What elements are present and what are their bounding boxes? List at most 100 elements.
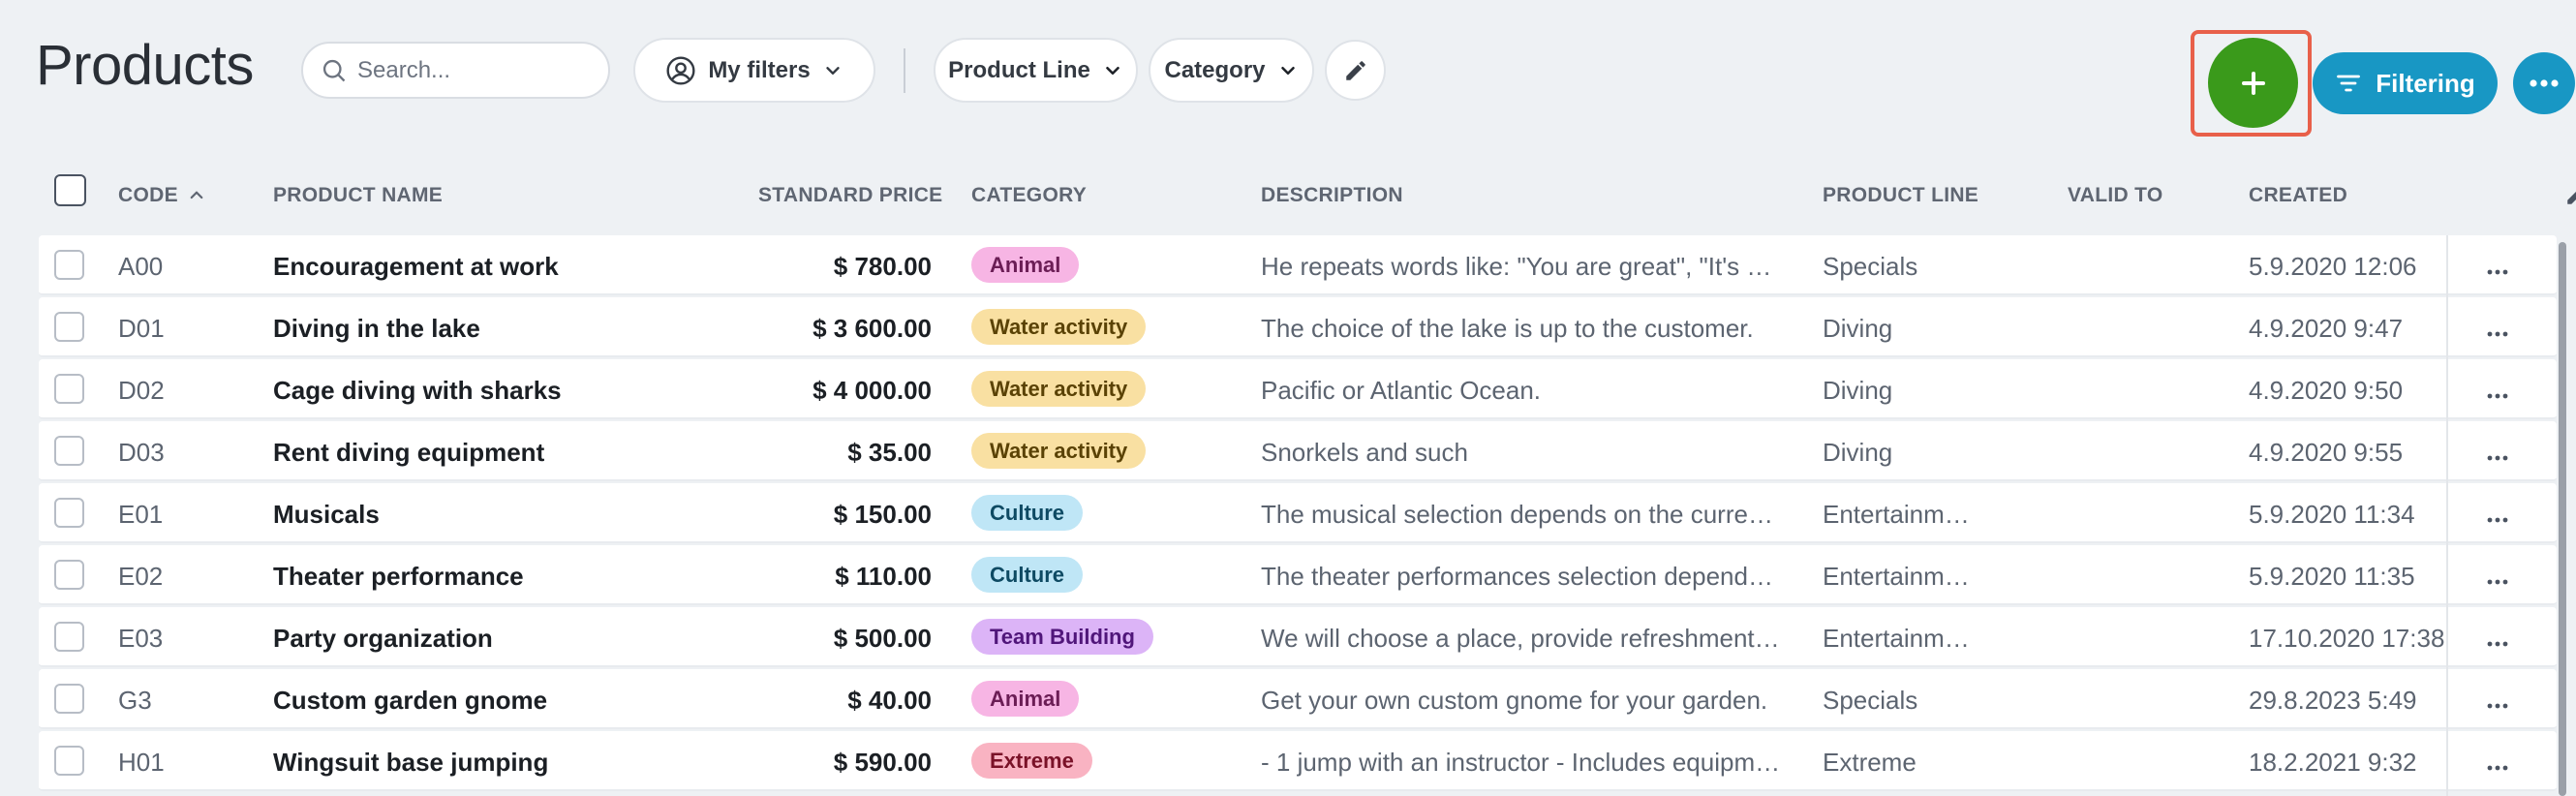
row-actions-button[interactable] bbox=[2487, 262, 2508, 280]
filtering-button[interactable]: Filtering bbox=[2313, 52, 2498, 114]
cell-product-line: Specials bbox=[1823, 686, 1918, 715]
category-badge: Team Building bbox=[971, 619, 1153, 655]
add-product-button[interactable] bbox=[2208, 38, 2298, 128]
cell-created: 4.9.2020 9:50 bbox=[2249, 376, 2404, 405]
more-actions-button[interactable] bbox=[2513, 52, 2575, 114]
chevron-down-icon bbox=[1106, 66, 1119, 75]
edit-columns-button[interactable] bbox=[2564, 182, 2576, 212]
column-header-valid-to[interactable]: VALID TO bbox=[2068, 184, 2162, 207]
row-actions-separator bbox=[2446, 235, 2448, 796]
header-divider bbox=[904, 48, 905, 93]
table-row[interactable]: E01 Musicals $ 150.00 Culture The musica… bbox=[39, 483, 2557, 543]
column-header-product-name[interactable]: PRODUCT NAME bbox=[273, 184, 443, 207]
row-checkbox[interactable] bbox=[54, 312, 84, 342]
more-horizontal-icon bbox=[2487, 393, 2508, 399]
table-row[interactable]: D03 Rent diving equipment $ 35.00 Water … bbox=[39, 421, 2557, 481]
cell-description: Snorkels and such bbox=[1261, 438, 1468, 467]
table-row[interactable]: H01 Wingsuit base jumping $ 590.00 Extre… bbox=[39, 731, 2557, 791]
row-checkbox[interactable] bbox=[54, 684, 84, 714]
row-actions-button[interactable] bbox=[2487, 510, 2508, 528]
table-header: CODE PRODUCT NAME STANDARD PRICE CATEGOR… bbox=[39, 165, 2576, 221]
cell-product-line: Diving bbox=[1823, 314, 1893, 343]
row-actions-button[interactable] bbox=[2487, 324, 2508, 342]
cell-standard-price: $ 35.00 bbox=[847, 438, 932, 467]
cell-product-line: Diving bbox=[1823, 438, 1893, 467]
category-badge: Animal bbox=[971, 247, 1080, 283]
cell-code: D02 bbox=[118, 376, 165, 405]
cell-category: Water activity bbox=[971, 433, 1147, 469]
category-badge: Water activity bbox=[971, 433, 1147, 469]
cell-standard-price: $ 150.00 bbox=[833, 500, 932, 529]
more-horizontal-icon bbox=[2530, 79, 2559, 87]
table-row[interactable]: E03 Party organization $ 500.00 Team Bui… bbox=[39, 607, 2557, 667]
edit-filters-button[interactable] bbox=[1325, 40, 1386, 101]
select-all-checkbox[interactable] bbox=[54, 174, 86, 206]
search-icon bbox=[322, 59, 346, 81]
row-actions-button[interactable] bbox=[2487, 634, 2508, 652]
row-actions-button[interactable] bbox=[2487, 448, 2508, 466]
row-checkbox[interactable] bbox=[54, 560, 84, 590]
cell-product-line: Specials bbox=[1823, 252, 1918, 281]
my-filters-button[interactable]: My filters bbox=[633, 38, 875, 103]
cell-product-name[interactable]: Rent diving equipment bbox=[273, 438, 728, 468]
row-checkbox[interactable] bbox=[54, 250, 84, 280]
cell-product-name[interactable]: Cage diving with sharks bbox=[273, 376, 728, 406]
column-header-description[interactable]: DESCRIPTION bbox=[1261, 184, 1403, 207]
category-badge: Animal bbox=[971, 681, 1080, 717]
column-header-category[interactable]: CATEGORY bbox=[971, 184, 1087, 207]
cell-product-name[interactable]: Wingsuit base jumping bbox=[273, 748, 728, 778]
category-badge: Water activity bbox=[971, 371, 1147, 407]
table-row[interactable]: G3 Custom garden gnome $ 40.00 Animal Ge… bbox=[39, 669, 2557, 729]
cell-product-name[interactable]: Diving in the lake bbox=[273, 314, 728, 344]
row-actions-button[interactable] bbox=[2487, 572, 2508, 590]
more-horizontal-icon bbox=[2487, 517, 2508, 523]
cell-product-name[interactable]: Theater performance bbox=[273, 562, 728, 592]
cell-product-name[interactable]: Custom garden gnome bbox=[273, 686, 728, 716]
cell-created: 29.8.2023 5:49 bbox=[2249, 686, 2417, 715]
cell-standard-price: $ 110.00 bbox=[835, 562, 932, 591]
column-header-created[interactable]: CREATED bbox=[2249, 184, 2347, 207]
cell-product-name[interactable]: Encouragement at work bbox=[273, 252, 728, 282]
category-filter[interactable]: Category bbox=[1149, 38, 1314, 103]
row-checkbox[interactable] bbox=[54, 622, 84, 652]
row-checkbox[interactable] bbox=[54, 374, 84, 404]
cell-description: - 1 jump with an instructor - Includes e… bbox=[1261, 748, 1781, 777]
cell-code: D01 bbox=[118, 314, 165, 343]
cell-product-line: Entertainme… bbox=[1823, 500, 1978, 529]
column-header-product-line[interactable]: PRODUCT LINE bbox=[1823, 184, 1978, 207]
cell-standard-price: $ 780.00 bbox=[833, 252, 932, 281]
more-horizontal-icon bbox=[2487, 331, 2508, 337]
cell-category: Team Building bbox=[971, 619, 1153, 655]
cell-code: E02 bbox=[118, 562, 164, 591]
row-actions-button[interactable] bbox=[2487, 696, 2508, 714]
search-input[interactable] bbox=[357, 56, 599, 84]
row-checkbox[interactable] bbox=[54, 498, 84, 528]
cell-product-name[interactable]: Musicals bbox=[273, 500, 728, 530]
row-checkbox[interactable] bbox=[54, 746, 84, 776]
pencil-icon bbox=[1345, 60, 1365, 80]
cell-product-name[interactable]: Party organization bbox=[273, 624, 728, 654]
category-badge: Culture bbox=[971, 495, 1083, 531]
table-row[interactable]: D01 Diving in the lake $ 3 600.00 Water … bbox=[39, 297, 2557, 357]
cell-created: 4.9.2020 9:55 bbox=[2249, 438, 2404, 467]
column-header-code[interactable]: CODE bbox=[118, 184, 205, 207]
table-scrollbar[interactable] bbox=[2559, 242, 2566, 796]
product-line-filter[interactable]: Product Line bbox=[934, 38, 1138, 103]
cell-code: G3 bbox=[118, 686, 152, 715]
table-row[interactable]: D02 Cage diving with sharks $ 4 000.00 W… bbox=[39, 359, 2557, 419]
table-row[interactable]: E02 Theater performance $ 110.00 Culture… bbox=[39, 545, 2557, 605]
row-actions-button[interactable] bbox=[2487, 386, 2508, 404]
column-header-standard-price[interactable]: STANDARD PRICE bbox=[758, 184, 942, 207]
cell-standard-price: $ 3 600.00 bbox=[813, 314, 932, 343]
cell-code: E01 bbox=[118, 500, 164, 529]
chevron-down-icon bbox=[825, 66, 840, 75]
row-actions-button[interactable] bbox=[2487, 758, 2508, 776]
table-row[interactable]: A00 Encouragement at work $ 780.00 Anima… bbox=[39, 235, 2557, 295]
filter-lines-icon bbox=[2337, 75, 2361, 92]
more-horizontal-icon bbox=[2487, 455, 2508, 461]
row-checkbox[interactable] bbox=[54, 436, 84, 466]
chevron-down-icon bbox=[1280, 66, 1295, 75]
cell-created: 4.9.2020 9:47 bbox=[2249, 314, 2404, 343]
sort-ascending-icon bbox=[190, 191, 203, 199]
search-box[interactable] bbox=[301, 42, 610, 99]
